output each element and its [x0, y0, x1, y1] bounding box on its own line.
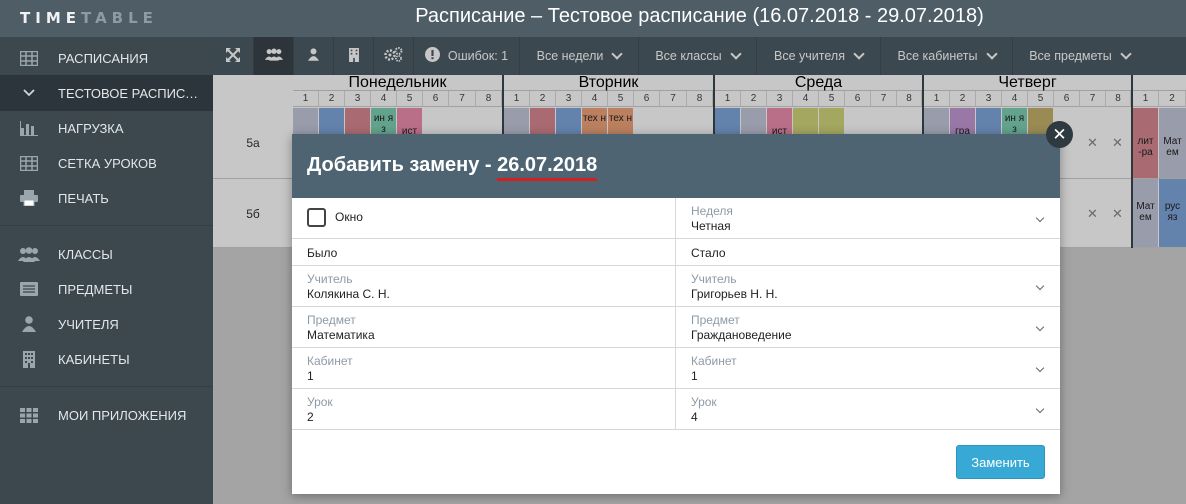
sidebar-item-print[interactable]: ПЕЧАТЬ — [0, 180, 213, 216]
sidebar-item-label: ПРЕДМЕТЫ — [58, 281, 133, 297]
form-row-subject: Предмет Математика Предмет Граждановеден… — [292, 307, 1060, 348]
sidebar-item-label: НАГРУЗКА — [58, 120, 124, 136]
was-label: Было — [307, 246, 338, 260]
modal-title: Добавить замену - 26.07.2018 — [307, 154, 598, 181]
room-was-field: Кабинет 1 — [292, 348, 676, 388]
field-value: Граждановедение — [691, 328, 792, 342]
became-header-cell: Стало — [676, 239, 1060, 265]
was-header-cell: Было — [292, 239, 676, 265]
close-modal-button[interactable]: ✕ — [1046, 121, 1073, 148]
replace-button[interactable]: Заменить — [956, 445, 1045, 479]
lesson-new-select[interactable]: Урок 4 — [676, 389, 1060, 429]
sidebar-item-lesson-grid[interactable]: СЕТКА УРОКОВ — [0, 145, 213, 181]
group-icon — [0, 246, 58, 262]
modal-header: Добавить замену - 26.07.2018 — [292, 134, 1060, 198]
top-bar: TIMETABLE Расписание – Тестовое расписан… — [0, 0, 1186, 37]
sidebar-item-label: СЕТКА УРОКОВ — [58, 155, 157, 171]
sidebar-divider — [0, 386, 213, 387]
sidebar: РАСПИСАНИЯ ТЕСТОВОЕ РАСПИСАНИЕ НАГРУЗКА … — [0, 37, 213, 504]
window-checkbox[interactable] — [307, 208, 326, 227]
modal-title-date: 26.07.2018 — [497, 154, 598, 181]
window-checkbox-cell: Окно — [292, 198, 676, 238]
apps-icon — [0, 407, 58, 423]
building-icon — [0, 350, 58, 368]
chevron-down-icon — [1035, 404, 1045, 414]
chevron-down-icon — [0, 89, 58, 97]
sidebar-item-rooms[interactable]: КАБИНЕТЫ — [0, 341, 213, 377]
field-value: 1 — [307, 369, 314, 383]
close-icon: ✕ — [1052, 124, 1067, 144]
became-label: Стало — [691, 246, 726, 260]
teacher-new-select[interactable]: Учитель Григорьев Н. Н. — [676, 266, 1060, 306]
field-label: Урок — [307, 395, 333, 409]
field-value: Григорьев Н. Н. — [691, 287, 778, 301]
sidebar-item-label: УЧИТЕЛЯ — [58, 316, 119, 332]
week-select[interactable]: Неделя Четная — [676, 198, 1060, 238]
list-icon — [0, 282, 58, 296]
modal-title-prefix: Добавить замену - — [307, 154, 492, 176]
field-label: Предмет — [307, 313, 356, 327]
bar-chart-icon — [0, 120, 58, 136]
grid-icon — [0, 155, 58, 171]
sidebar-item-label: ТЕСТОВОЕ РАСПИСАНИЕ — [58, 85, 203, 101]
sidebar-item-label: ПЕЧАТЬ — [58, 190, 109, 206]
form-row-teacher: Учитель Колякина С. Н. Учитель Григорьев… — [292, 266, 1060, 307]
sidebar-item-my-apps[interactable]: МОИ ПРИЛОЖЕНИЯ — [0, 397, 213, 433]
sidebar-item-classes[interactable]: КЛАССЫ — [0, 236, 213, 272]
field-label: Кабинет — [307, 354, 353, 368]
page-title: Расписание – Тестовое расписание (16.07.… — [415, 5, 984, 27]
subject-was-field: Предмет Математика — [292, 307, 676, 347]
logo-text-time: TIME — [20, 9, 81, 27]
field-value: 4 — [691, 410, 698, 424]
form-row-room: Кабинет 1 Кабинет 1 — [292, 348, 1060, 389]
lesson-was-field: Урок 2 — [292, 389, 676, 429]
window-checkbox-label[interactable]: Окно — [335, 210, 363, 224]
room-new-select[interactable]: Кабинет 1 — [676, 348, 1060, 388]
field-value: 1 — [691, 369, 698, 383]
field-value: Четная — [691, 219, 731, 233]
chevron-down-icon — [1035, 363, 1045, 373]
field-label: Учитель — [307, 272, 353, 286]
logo-text-table: TABLE — [81, 9, 158, 27]
sidebar-item-load[interactable]: НАГРУЗКА — [0, 110, 213, 146]
sidebar-item-label: КЛАССЫ — [58, 246, 113, 262]
sidebar-item-label: РАСПИСАНИЯ — [58, 50, 149, 66]
logo[interactable]: TIMETABLE — [20, 9, 158, 27]
form-row-week: Окно Неделя Четная — [292, 198, 1060, 239]
sidebar-item-test-schedule[interactable]: ТЕСТОВОЕ РАСПИСАНИЕ — [0, 75, 213, 111]
field-label: Кабинет — [691, 354, 737, 368]
form-row-lesson: Урок 2 Урок 4 — [292, 389, 1060, 430]
printer-icon — [0, 190, 58, 206]
field-label: Неделя — [691, 204, 733, 218]
sidebar-item-schedules[interactable]: РАСПИСАНИЯ — [0, 40, 213, 76]
field-label: Урок — [691, 395, 717, 409]
field-value: Колякина С. Н. — [307, 287, 390, 301]
add-substitution-modal: Добавить замену - 26.07.2018 Окно Неделя… — [292, 134, 1060, 494]
teacher-was-field: Учитель Колякина С. Н. — [292, 266, 676, 306]
sidebar-divider — [0, 225, 213, 226]
sidebar-item-teachers[interactable]: УЧИТЕЛЯ — [0, 306, 213, 342]
field-value: Математика — [307, 328, 375, 342]
table-icon — [0, 50, 58, 66]
field-value: 2 — [307, 410, 314, 424]
chevron-down-icon — [1035, 281, 1045, 291]
chevron-down-icon — [1035, 213, 1045, 223]
sidebar-item-label: МОИ ПРИЛОЖЕНИЯ — [58, 407, 187, 423]
sidebar-item-subjects[interactable]: ПРЕДМЕТЫ — [0, 271, 213, 307]
field-label: Предмет — [691, 313, 740, 327]
field-label: Учитель — [691, 272, 737, 286]
chevron-down-icon — [1035, 322, 1045, 332]
subject-new-select[interactable]: Предмет Граждановедение — [676, 307, 1060, 347]
user-icon — [0, 316, 58, 332]
sidebar-item-label: КАБИНЕТЫ — [58, 351, 130, 367]
form-row-headers: Было Стало — [292, 239, 1060, 266]
